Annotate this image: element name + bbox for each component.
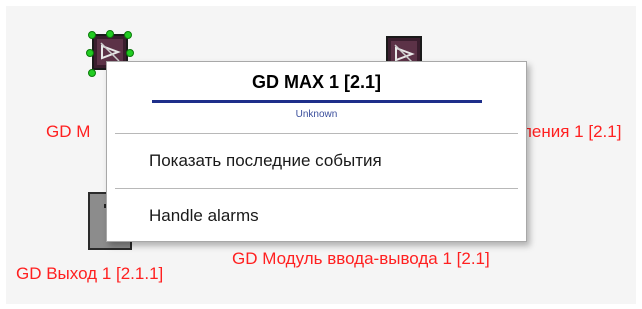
menu-item-handle-alarms[interactable]: Handle alarms	[149, 206, 259, 226]
selection-handle[interactable]	[88, 31, 96, 39]
device-label-max[interactable]: GD M	[46, 122, 90, 142]
device-label-output[interactable]: GD Выход 1 [2.1.1]	[16, 264, 163, 284]
device-label-io-module[interactable]: GD Модуль ввода-вывода 1 [2.1]	[232, 249, 490, 269]
device-label-module[interactable]: ления 1 [2.1]	[522, 122, 621, 142]
title-underline	[152, 100, 482, 103]
menu-title: GD MAX 1 [2.1]	[251, 72, 382, 92]
menu-separator	[115, 188, 518, 189]
selection-handle[interactable]	[124, 31, 132, 39]
menu-separator	[115, 133, 518, 134]
selection-handle[interactable]	[88, 69, 96, 77]
menu-item-show-last-events[interactable]: Показать последние события	[149, 151, 382, 171]
selection-handle[interactable]	[126, 49, 134, 57]
selection-handle[interactable]	[106, 30, 114, 38]
selection-handle[interactable]	[86, 49, 94, 57]
device-context-menu: GD MAX 1 [2.1] Unknown Показать последни…	[106, 61, 527, 242]
device-status: Unknown	[295, 109, 338, 120]
